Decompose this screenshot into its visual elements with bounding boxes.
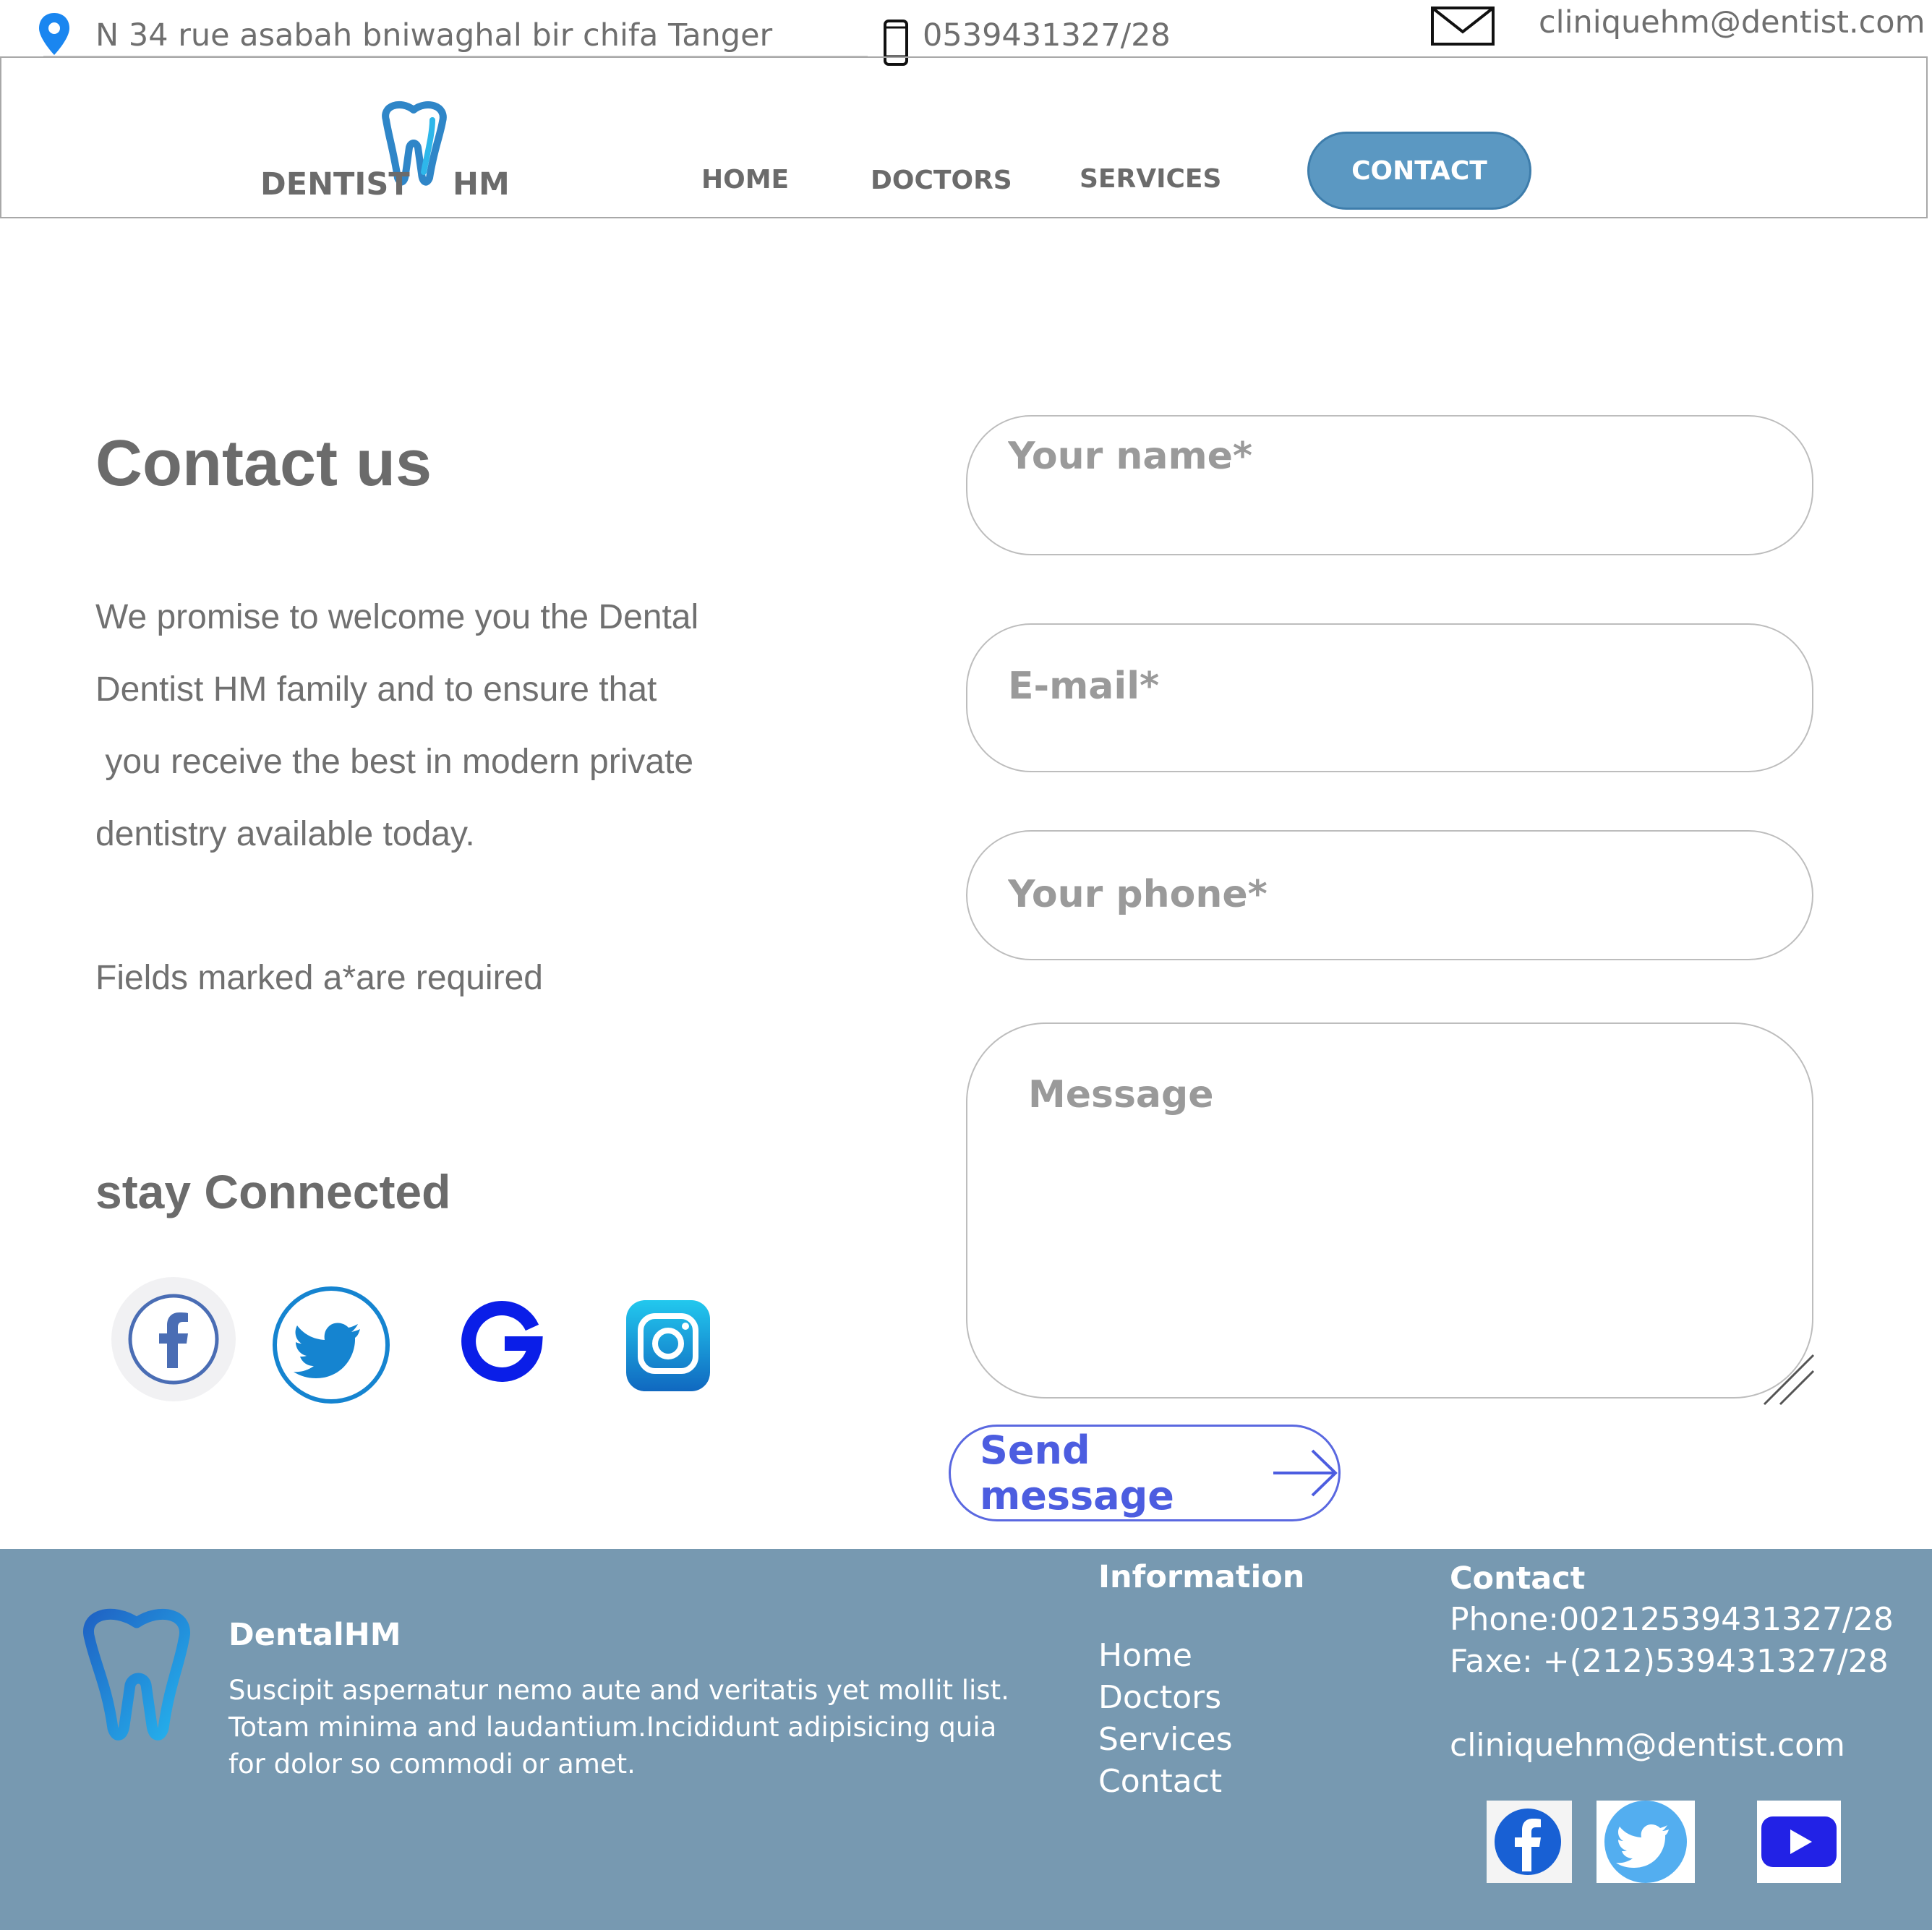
footer-fax: Faxe: +(212)539431327/28 — [1450, 1643, 1889, 1680]
footer-brand: DentalHM — [228, 1617, 401, 1653]
nav-contact-button[interactable]: CONTACT — [1307, 132, 1531, 210]
footer-link-doctors[interactable]: Doctors — [1098, 1679, 1221, 1716]
phone-input[interactable] — [1006, 872, 1815, 917]
message-field-wrapper — [966, 1022, 1813, 1399]
footer-description-line: Totam minima and laudantium.Incididunt a… — [228, 1712, 997, 1743]
topbar-email[interactable]: cliniquehm@dentist.com — [1539, 4, 1925, 40]
topbar-phone[interactable]: 0539431327/28 — [923, 17, 1171, 54]
logo-text-dentist[interactable]: DENTIST — [260, 166, 410, 202]
youtube-icon[interactable] — [1757, 1801, 1841, 1887]
footer-link-contact[interactable]: Contact — [1098, 1763, 1222, 1800]
intro-line: you receive the best in modern private — [95, 743, 694, 781]
message-textarea[interactable] — [1027, 1072, 1771, 1349]
intro-line: We promise to welcome you the Dental — [95, 598, 699, 636]
email-input[interactable] — [1006, 664, 1815, 709]
required-note: Fields marked a*are required — [95, 959, 543, 997]
send-message-button[interactable]: Send message — [949, 1425, 1341, 1521]
footer-information-title: Information — [1098, 1559, 1305, 1595]
footer-link-home[interactable]: Home — [1098, 1637, 1192, 1674]
email-field-wrapper — [966, 623, 1815, 772]
twitter-icon[interactable] — [270, 1284, 392, 1409]
nav-doctors[interactable]: DOCTORS — [871, 166, 1012, 195]
footer-email[interactable]: cliniquehm@dentist.com — [1450, 1727, 1845, 1764]
topbar-address: N 34 rue asabah bniwaghal bir chifa Tang… — [95, 17, 773, 54]
tooth-logo-icon — [75, 1607, 198, 1745]
intro-line: dentistry available today. — [95, 815, 475, 853]
nav-home[interactable]: HOME — [701, 165, 789, 195]
nav-services[interactable]: SERVICES — [1080, 164, 1221, 194]
resize-handle-icon[interactable] — [1761, 1352, 1816, 1411]
name-input[interactable] — [1006, 434, 1815, 479]
footer-phone: Phone:00212539431327/28 — [1450, 1601, 1894, 1638]
intro-line: Dentist HM family and to ensure that — [95, 670, 657, 709]
footer-link-services[interactable]: Services — [1098, 1721, 1233, 1758]
footer-contact-title: Contact — [1450, 1560, 1586, 1597]
location-pin-icon — [36, 12, 72, 61]
facebook-icon[interactable] — [1487, 1801, 1572, 1887]
envelope-icon — [1430, 6, 1495, 50]
google-icon[interactable] — [460, 1299, 544, 1386]
page-title: Contact us — [95, 427, 432, 500]
footer-description-line: for dolor so commodi or amet. — [228, 1748, 636, 1780]
logo-text-hm[interactable]: HM — [453, 166, 510, 202]
instagram-icon[interactable] — [625, 1299, 711, 1404]
arrow-right-icon — [1272, 1448, 1338, 1498]
footer-description-line: Suscipit aspernatur nemo aute and verita… — [228, 1675, 1009, 1706]
stay-connected-heading: stay Connected — [95, 1165, 451, 1218]
phone-field-wrapper — [966, 830, 1815, 960]
send-message-label: Send message — [980, 1427, 1174, 1519]
name-field-wrapper — [966, 415, 1815, 555]
facebook-icon[interactable] — [110, 1276, 237, 1406]
twitter-icon[interactable] — [1597, 1801, 1695, 1887]
